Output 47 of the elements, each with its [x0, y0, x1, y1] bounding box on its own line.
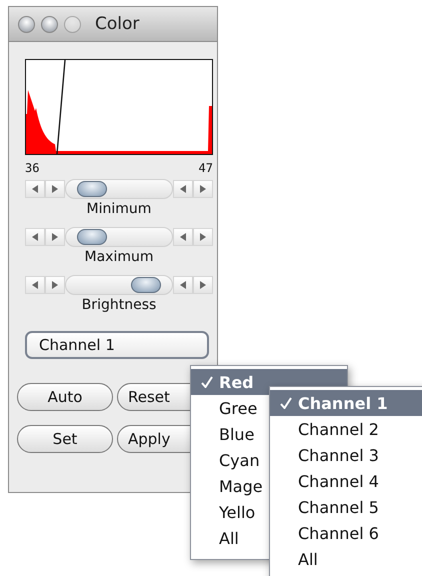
- window-title: Color: [95, 14, 140, 34]
- right-arrow-icon: [200, 281, 206, 289]
- right-arrow-icon: [200, 185, 206, 193]
- right-arrow-icon: [200, 233, 206, 241]
- minimize-button[interactable]: [41, 16, 58, 32]
- left-arrow-icon: [180, 233, 186, 241]
- slider-label: Brightness: [80, 297, 158, 313]
- decrement-button[interactable]: [173, 180, 193, 198]
- increment-button[interactable]: [45, 228, 65, 246]
- menu-item[interactable]: Channel 1: [270, 390, 422, 416]
- menu-item[interactable]: Channel 3: [270, 442, 422, 468]
- right-arrow-icon: [52, 233, 58, 241]
- push-button[interactable]: Set: [17, 425, 113, 453]
- left-arrow-icon: [180, 185, 186, 193]
- menu-item[interactable]: Channel 5: [270, 494, 422, 520]
- increment-button[interactable]: [45, 180, 65, 198]
- left-arrow-icon: [32, 281, 38, 289]
- menu-item[interactable]: All: [270, 546, 422, 572]
- increment-button[interactable]: [193, 180, 213, 198]
- right-arrow-icon: [52, 185, 58, 193]
- decrement-button[interactable]: [25, 180, 45, 198]
- push-button[interactable]: Auto: [17, 383, 113, 411]
- min-value-label: 36: [25, 161, 40, 175]
- right-arrow-icon: [52, 281, 58, 289]
- slider-label: Minimum: [86, 201, 152, 217]
- increment-button[interactable]: [45, 276, 65, 294]
- max-value-label: 47: [198, 161, 213, 175]
- checkmark-icon: [280, 397, 292, 409]
- left-arrow-icon: [32, 185, 38, 193]
- menu-item[interactable]: Channel 6: [270, 520, 422, 546]
- menu-item[interactable]: Channel 4: [270, 468, 422, 494]
- decrement-button[interactable]: [25, 228, 45, 246]
- close-button[interactable]: [18, 16, 35, 32]
- slider-thumb[interactable]: [77, 229, 108, 245]
- left-arrow-icon: [32, 233, 38, 241]
- decrement-button[interactable]: [25, 276, 45, 294]
- increment-button[interactable]: [193, 228, 213, 246]
- increment-button[interactable]: [193, 276, 213, 294]
- decrement-button[interactable]: [173, 228, 193, 246]
- slider-thumb[interactable]: [77, 181, 108, 197]
- left-arrow-icon: [180, 281, 186, 289]
- checkmark-icon: [201, 376, 213, 388]
- channel-dropdown[interactable]: Channel 1: [25, 331, 209, 359]
- slider-label: Maximum: [84, 249, 154, 265]
- decrement-button[interactable]: [173, 276, 193, 294]
- menu-item[interactable]: Channel 2: [270, 416, 422, 442]
- slider-thumb[interactable]: [130, 277, 161, 293]
